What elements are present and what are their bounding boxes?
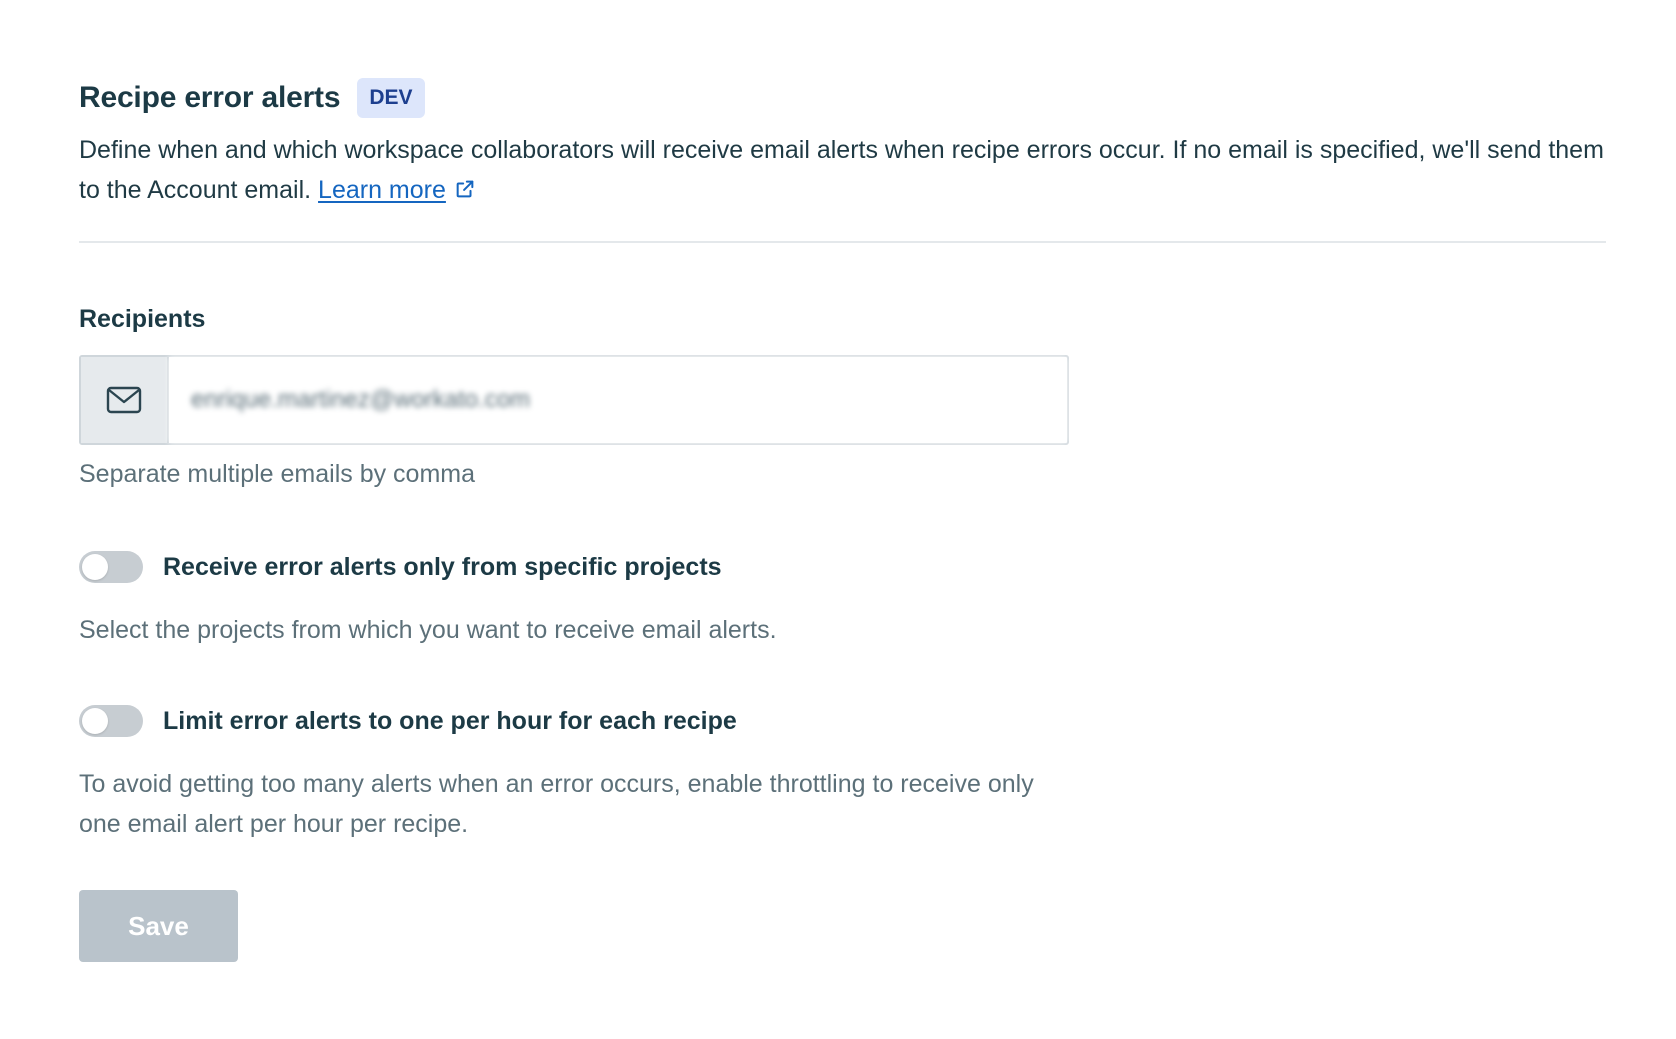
recipients-hint: Separate multiple emails by comma [79, 460, 475, 488]
section-divider [79, 241, 1606, 243]
throttling-label: Limit error alerts to one per hour for e… [163, 706, 737, 735]
specific-projects-toggle[interactable] [79, 551, 143, 583]
external-link-icon[interactable] [454, 178, 476, 200]
toggle-knob [82, 708, 108, 734]
recipients-email-input[interactable] [169, 357, 1067, 443]
learn-more-label: Learn more [318, 176, 446, 204]
recipients-label: Recipients [79, 305, 206, 333]
page-title: Recipe error alerts [79, 81, 341, 114]
save-button[interactable]: Save [79, 890, 238, 962]
recipients-input-addon [81, 357, 169, 443]
recipe-error-alerts-page: Recipe error alerts DEV Define when and … [0, 0, 1676, 1039]
environment-badge: DEV [357, 78, 425, 118]
toggle-knob [82, 554, 108, 580]
throttling-toggle-row: Limit error alerts to one per hour for e… [79, 703, 1676, 739]
throttling-help: To avoid getting too many alerts when an… [79, 770, 1034, 838]
description-text: Define when and which workspace collabor… [79, 136, 1604, 204]
specific-projects-toggle-row: Receive error alerts only from specific … [79, 549, 1676, 585]
learn-more-link[interactable]: Learn more [318, 176, 446, 204]
recipients-input-group [79, 355, 1069, 445]
title-row: Recipe error alerts DEV [79, 76, 1676, 120]
throttling-toggle[interactable] [79, 705, 143, 737]
page-description: Define when and which workspace collabor… [79, 130, 1619, 210]
specific-projects-help: Select the projects from which you want … [79, 616, 777, 644]
specific-projects-label: Receive error alerts only from specific … [163, 552, 722, 581]
envelope-icon [106, 386, 142, 414]
